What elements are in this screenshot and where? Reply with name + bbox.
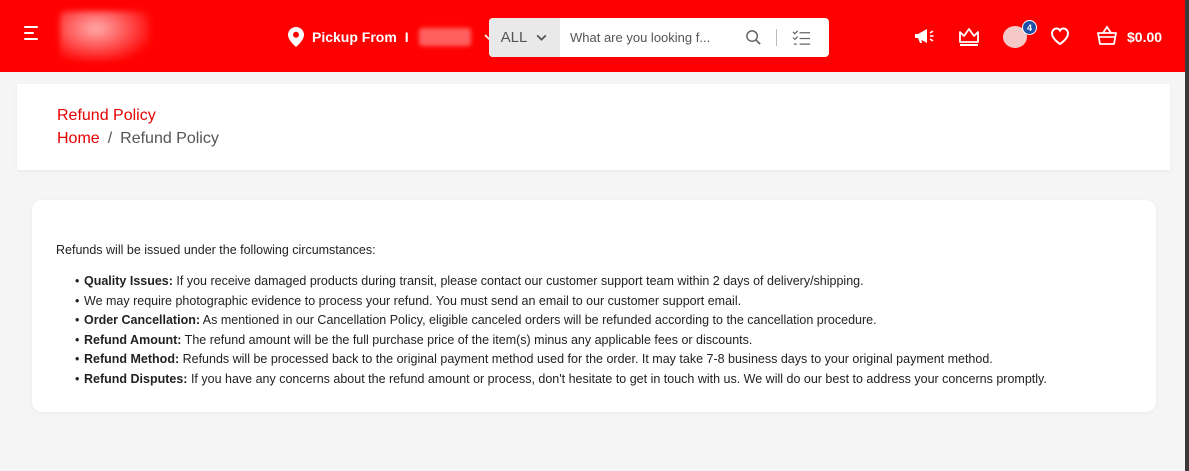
search-category-label: ALL [500, 29, 528, 46]
crown-icon[interactable] [957, 24, 981, 48]
item-heading: Refund Method: [84, 352, 180, 366]
page-title: Refund Policy [57, 107, 156, 124]
location-pin-icon [288, 27, 304, 47]
list-item: We may require photographic evidence to … [75, 292, 1132, 312]
site-logo[interactable] [60, 11, 150, 61]
refund-policy-card: Refunds will be issued under the followi… [32, 200, 1156, 412]
list-item: Quality Issues: If you receive damaged p… [75, 272, 1132, 292]
chevron-down-icon [536, 34, 547, 41]
breadcrumb-home-link[interactable]: Home [57, 130, 100, 148]
pickup-store-name [418, 28, 471, 46]
cart-total[interactable]: $0.00 [1127, 29, 1162, 45]
item-heading: Order Cancellation: [84, 313, 200, 327]
breadcrumb-current: Refund Policy [120, 130, 219, 147]
breadcrumb-separator: / [107, 130, 113, 147]
search-input[interactable] [560, 18, 736, 57]
item-heading: Refund Amount: [84, 332, 182, 347]
search-category-select[interactable]: ALL [489, 18, 560, 57]
breadcrumb: Home / Refund Policy [57, 130, 219, 148]
notification-badge: 4 [1022, 20, 1037, 35]
megaphone-icon[interactable] [912, 24, 936, 48]
pickup-separator: I [404, 29, 409, 45]
item-text: As mentioned in our Cancellation Policy,… [200, 313, 877, 327]
policy-list: Quality Issues: If you receive damaged p… [56, 272, 1132, 389]
search-bar: ALL [489, 18, 829, 57]
search-divider [776, 29, 777, 46]
policy-intro: Refunds will be issued under the followi… [56, 243, 376, 257]
page-header-panel: Refund Policy Home / Refund Policy [17, 84, 1170, 170]
top-header: Pickup From I ALL What are you looking f… [0, 0, 1185, 72]
item-heading: Refund Disputes: [84, 371, 188, 386]
pickup-location-selector[interactable]: Pickup From I [288, 26, 495, 48]
list-item: Order Cancellation: As mentioned in our … [75, 311, 1132, 331]
list-item: Refund Method: Refunds will be processed… [75, 350, 1132, 370]
item-text: The refund amount will be the full purch… [181, 332, 753, 347]
list-checks-icon[interactable] [792, 28, 811, 47]
basket-icon[interactable] [1095, 24, 1119, 48]
item-heading: Quality Issues: [84, 274, 173, 288]
item-text: If you receive damaged products during t… [172, 274, 864, 288]
menu-icon[interactable] [24, 26, 44, 46]
list-item: Refund Disputes: If you have any concern… [75, 370, 1132, 390]
item-text: If you have any concerns about the refun… [187, 371, 1047, 386]
pickup-label: Pickup From [312, 29, 397, 45]
heart-icon[interactable] [1048, 24, 1072, 48]
item-text: We may require photographic evidence to … [84, 293, 742, 308]
search-icon[interactable] [745, 29, 762, 46]
item-text: Refunds will be processed back to the or… [179, 352, 993, 366]
list-item: Refund Amount: The refund amount will be… [75, 331, 1132, 351]
